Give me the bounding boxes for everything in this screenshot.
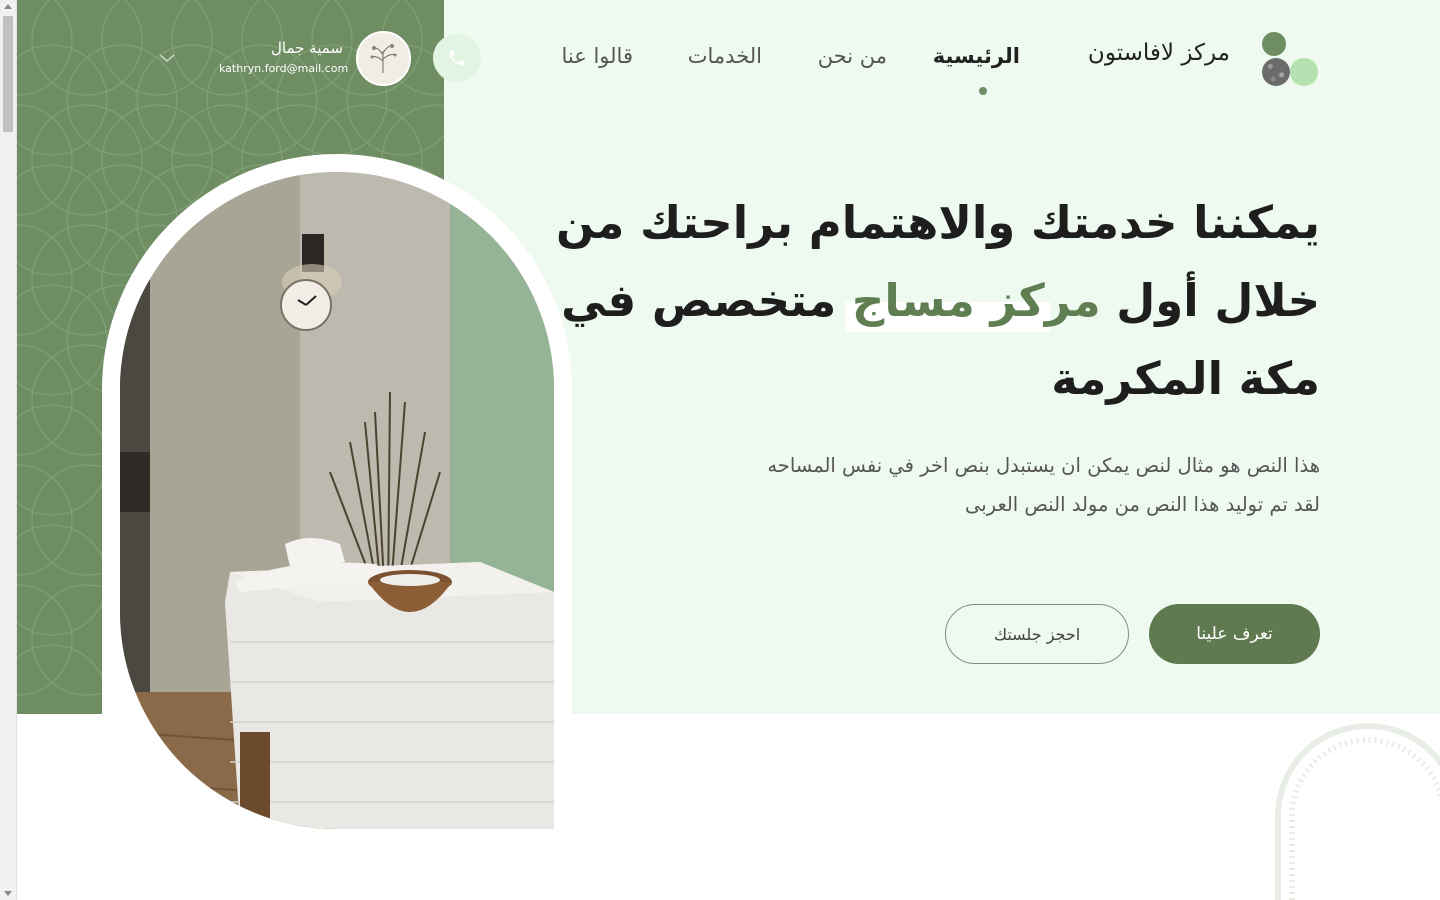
nav-item-home[interactable]: الرئيسية bbox=[933, 44, 1020, 68]
nav-active-indicator bbox=[979, 87, 987, 95]
brand-logo[interactable] bbox=[1258, 30, 1318, 88]
scroll-up-arrow-icon[interactable] bbox=[4, 4, 12, 9]
brand-name[interactable]: مركز لافاستون bbox=[1088, 40, 1230, 66]
avatar-floral-image bbox=[358, 33, 409, 84]
user-name: سمية جمال bbox=[271, 39, 343, 57]
massage-room-image bbox=[120, 172, 554, 829]
heading-line-2-start: خلال أول bbox=[1100, 274, 1320, 327]
hero-paragraph-line-2: لقد تم توليد هذا النص من مولد النص العرب… bbox=[965, 493, 1320, 516]
nav-item-testimonials[interactable]: قالوا عنا bbox=[562, 44, 633, 68]
avatar[interactable] bbox=[356, 31, 411, 86]
scroll-down-arrow-icon[interactable] bbox=[4, 891, 12, 896]
phone-button[interactable] bbox=[433, 34, 481, 82]
decorative-arc-pattern bbox=[1275, 723, 1440, 900]
hero-paragraph-line-1: هذا النص هو مثال لنص يمكن ان يستبدل بنص … bbox=[767, 454, 1320, 477]
logo-dot-stone bbox=[1262, 58, 1290, 86]
nav-item-about[interactable]: من نحن bbox=[818, 44, 887, 68]
nav-item-services[interactable]: الخدمات bbox=[688, 44, 762, 68]
scrollbar-thumb[interactable] bbox=[3, 16, 13, 132]
hero-heading-line-1: يمكننا خدمتك والاهتمام براحتك من bbox=[556, 196, 1320, 249]
about-us-button[interactable]: تعرف علينا bbox=[1149, 604, 1320, 664]
hero-heading-line-2: خلال أول مركز مساج متخصص في bbox=[561, 274, 1320, 327]
heading-line-2-end: متخصص في bbox=[561, 274, 852, 327]
page-scrollbar[interactable] bbox=[0, 0, 17, 900]
phone-icon bbox=[449, 50, 465, 66]
book-session-button[interactable]: احجز جلستك bbox=[945, 604, 1129, 664]
logo-dot-light bbox=[1290, 58, 1318, 86]
hero-heading-line-3: مكة المكرمة bbox=[1051, 352, 1320, 405]
chevron-down-icon[interactable] bbox=[158, 52, 176, 64]
user-email: kathryn.ford@mail.com bbox=[219, 62, 349, 75]
heading-accent-text: مركز مساج bbox=[851, 274, 1101, 327]
logo-dot-green bbox=[1262, 32, 1286, 56]
